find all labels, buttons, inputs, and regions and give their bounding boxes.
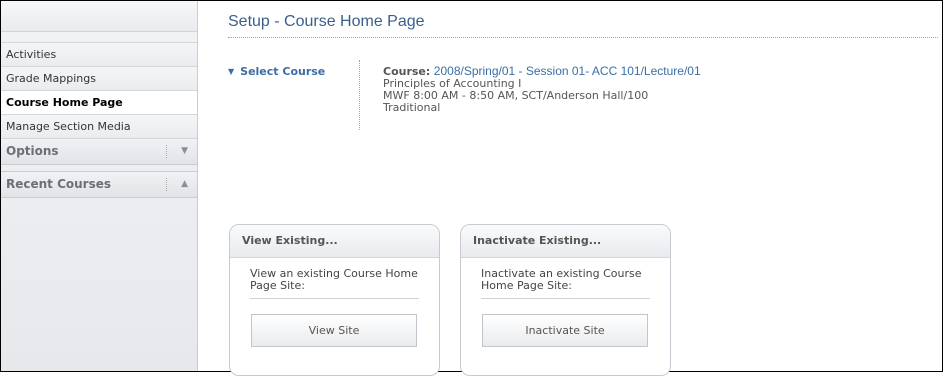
view-existing-title: View Existing... xyxy=(230,225,439,258)
inactivate-existing-title: Inactivate Existing... xyxy=(461,225,670,258)
triangle-down-icon: ▼ xyxy=(228,67,235,76)
view-existing-panel: View Existing... View an existing Course… xyxy=(229,224,440,376)
course-value-link[interactable]: 2008/Spring/01 - Session 01- ACC 101/Lec… xyxy=(434,64,701,78)
recent-courses-header-label: Recent Courses xyxy=(6,177,112,191)
course-info: Course: 2008/Spring/01 - Session 01- ACC… xyxy=(383,65,701,114)
sidebar-item-manage-section-media[interactable]: Manage Section Media xyxy=(1,115,197,139)
inactivate-existing-divider xyxy=(481,298,650,299)
options-divider xyxy=(166,145,167,158)
vertical-divider xyxy=(359,60,360,130)
inactivate-site-button[interactable]: Inactivate Site xyxy=(482,314,648,347)
sidebar-item-course-home-page[interactable]: Course Home Page xyxy=(1,91,197,115)
inactivate-existing-panel: Inactivate Existing... Inactivate an exi… xyxy=(460,224,671,376)
sidebar-item-activities[interactable]: Activities xyxy=(1,42,197,67)
recent-courses-divider xyxy=(166,178,167,191)
options-section-header[interactable]: Options ▼ xyxy=(1,139,197,165)
view-site-button[interactable]: View Site xyxy=(251,314,417,347)
sidebar: Activities Grade Mappings Course Home Pa… xyxy=(1,1,198,371)
main-content: Setup - Course Home Page ▼ Select Course … xyxy=(200,0,943,376)
view-existing-divider xyxy=(250,298,419,299)
options-header-label: Options xyxy=(6,144,59,158)
chevron-up-icon[interactable]: ▲ xyxy=(181,172,188,197)
course-type: Traditional xyxy=(383,101,441,114)
inactivate-existing-text: Inactivate an existing Course Home Page … xyxy=(481,267,642,292)
title-divider xyxy=(228,37,938,38)
page-title: Setup - Course Home Page xyxy=(228,13,425,30)
select-course-label: Select Course xyxy=(240,65,326,78)
sidebar-topbar xyxy=(1,1,197,32)
view-existing-text: View an existing Course Home Page Site: xyxy=(250,267,418,292)
recent-courses-section-header[interactable]: Recent Courses ▲ xyxy=(1,171,197,198)
sidebar-item-grade-mappings[interactable]: Grade Mappings xyxy=(1,67,197,91)
select-course-toggle[interactable]: ▼ Select Course xyxy=(228,65,325,78)
chevron-down-icon[interactable]: ▼ xyxy=(181,139,188,164)
